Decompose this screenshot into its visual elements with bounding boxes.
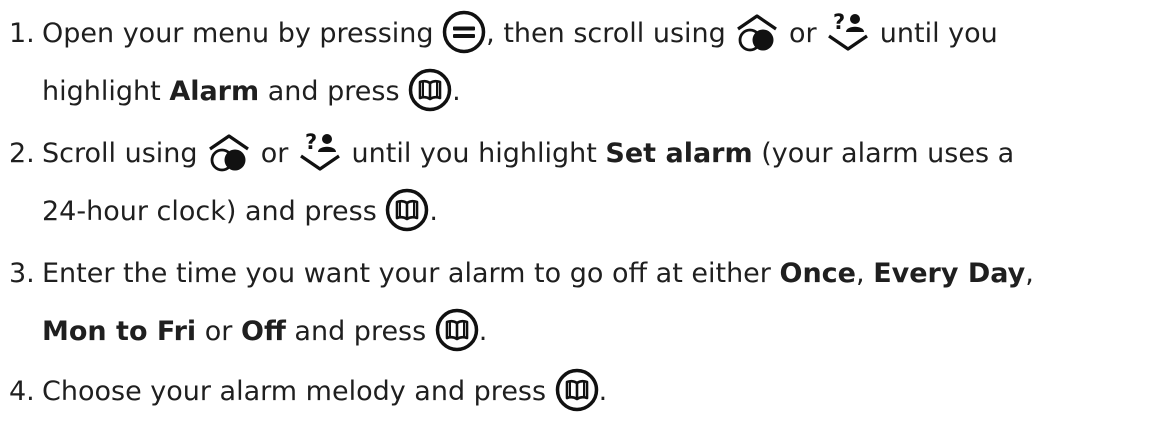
step-text: until you bbox=[879, 18, 998, 49]
step-text: . bbox=[429, 196, 438, 227]
step-text: Choose your alarm melody and press bbox=[42, 376, 547, 407]
ok-button-icon bbox=[435, 308, 479, 352]
step-text: or bbox=[788, 18, 817, 49]
ok-button-icon bbox=[385, 188, 429, 232]
step-text: , bbox=[856, 258, 865, 289]
ok-button-icon bbox=[555, 368, 599, 412]
step-text: . bbox=[478, 316, 488, 347]
step-text: highlight bbox=[42, 76, 161, 107]
option-once: Once bbox=[779, 258, 857, 289]
option-mon-to-fri: Mon to Fri bbox=[42, 316, 197, 347]
option-every-day: Every Day bbox=[873, 258, 1026, 289]
menu-item-alarm: Alarm bbox=[169, 76, 260, 107]
step-1-line-2: highlight Alarm and press . bbox=[42, 62, 461, 122]
ok-button-icon bbox=[408, 68, 452, 112]
step-2-line-2: 24-hour clock) and press . bbox=[42, 182, 438, 242]
step-text: or bbox=[260, 138, 289, 169]
step-3-line-1: Enter the time you want your alarm to go… bbox=[42, 244, 1034, 304]
step-text: Open your menu by pressing bbox=[42, 18, 434, 49]
step-text: and press bbox=[294, 316, 427, 347]
scroll-down-icon bbox=[825, 10, 871, 54]
step-number: 2. bbox=[9, 138, 35, 169]
step-2-line-1: Scroll using or until you highlight Set … bbox=[42, 124, 1014, 184]
step-text: , bbox=[1025, 258, 1034, 289]
step-text: until you highlight bbox=[351, 138, 597, 169]
step-text: and press bbox=[267, 76, 400, 107]
step-text: . bbox=[598, 376, 608, 407]
scroll-down-icon bbox=[297, 130, 343, 174]
step-4-line-1: Choose your alarm melody and press . bbox=[42, 362, 607, 422]
option-off: Off bbox=[241, 316, 286, 347]
scroll-up-icon bbox=[734, 12, 780, 52]
step-1-line-1: Open your menu by pressing , then scroll… bbox=[42, 4, 998, 64]
step-number: 3. bbox=[9, 258, 35, 289]
step-text: 24-hour clock) and press bbox=[42, 196, 377, 227]
scroll-up-icon bbox=[206, 132, 252, 172]
step-text: . bbox=[452, 76, 461, 107]
step-text: Scroll using bbox=[42, 138, 198, 169]
step-3-line-2: Mon to Fri or Off and press . bbox=[42, 302, 487, 362]
step-text: (your alarm uses a bbox=[761, 138, 1015, 169]
menu-item-set-alarm: Set alarm bbox=[605, 138, 753, 169]
step-number: 4. bbox=[9, 376, 35, 407]
step-text: Enter the time you want your alarm to go… bbox=[42, 258, 771, 289]
step-text: , then scroll using bbox=[486, 18, 726, 49]
step-number: 1. bbox=[9, 18, 35, 49]
menu-button-icon bbox=[442, 10, 486, 54]
step-text: or bbox=[204, 316, 233, 347]
